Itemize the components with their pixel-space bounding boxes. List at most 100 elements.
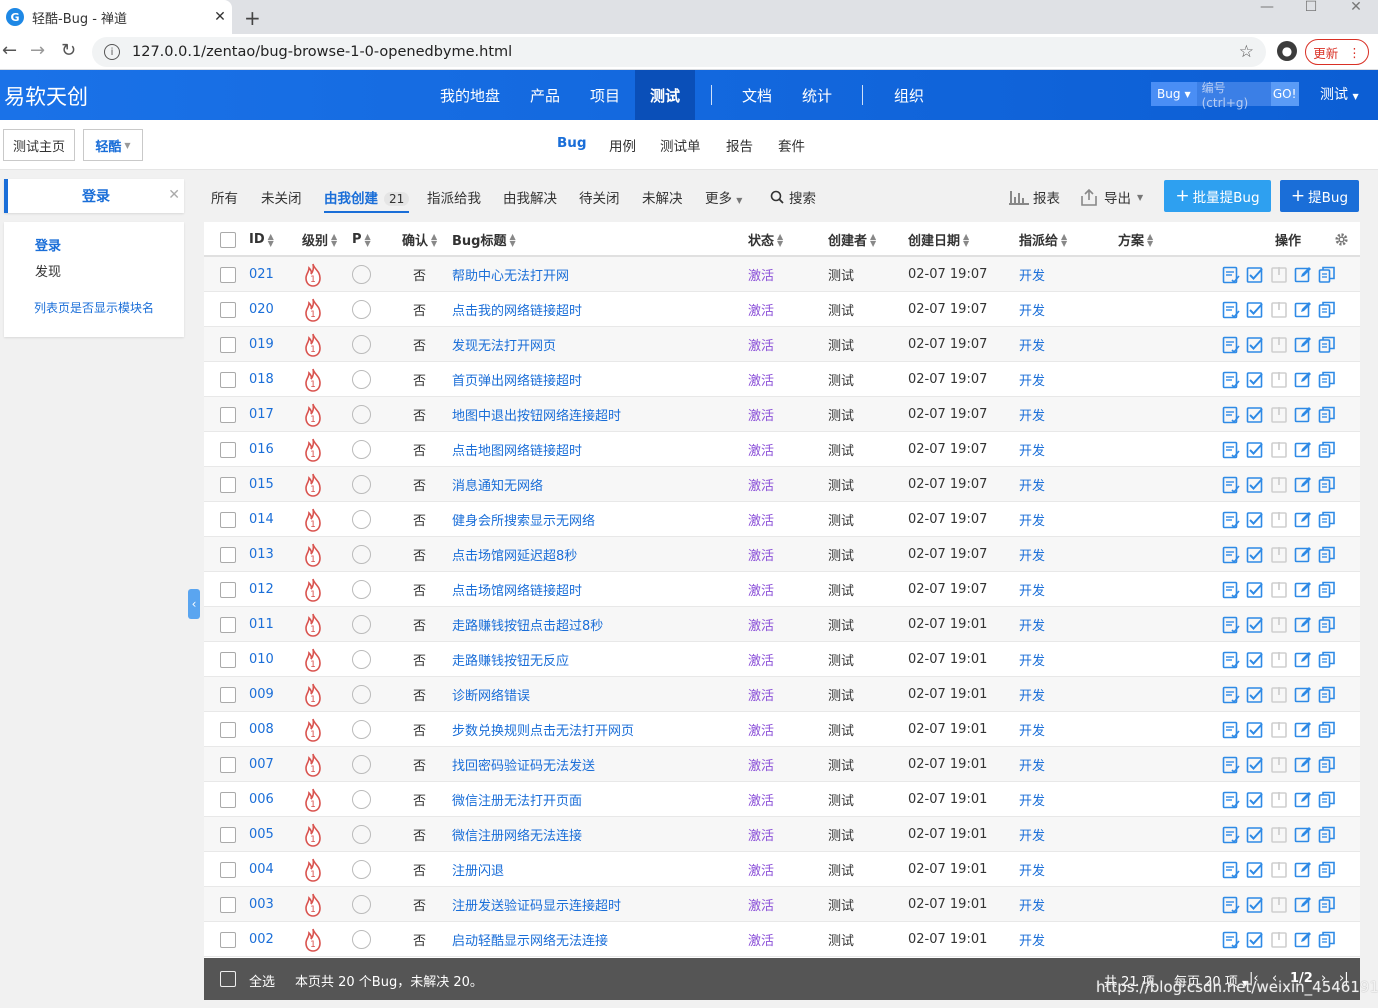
bug-title-link[interactable]: 启动轻酷显示网络无法连接 <box>452 930 608 949</box>
row-checkbox[interactable] <box>220 327 236 362</box>
edit-icon[interactable] <box>1294 406 1312 424</box>
copy-icon[interactable] <box>1318 616 1336 634</box>
bug-title-link[interactable]: 微信注册无法打开页面 <box>452 790 582 809</box>
bug-title-link[interactable]: 诊断网络错误 <box>452 685 530 704</box>
bug-id-link[interactable]: 002 <box>249 932 274 947</box>
confirm-bug-icon[interactable] <box>1222 441 1240 459</box>
row-checkbox[interactable] <box>220 432 236 467</box>
checkbox[interactable] <box>220 931 236 948</box>
subnav-bug[interactable]: Bug <box>557 135 587 151</box>
bug-title-link[interactable]: 首页弹出网络链接超时 <box>452 370 582 389</box>
feature-unresolved[interactable]: 未解决 <box>642 187 683 207</box>
bug-title-link[interactable]: 走路赚钱按钮点击超过8秒 <box>452 615 603 634</box>
confirm-bug-icon[interactable] <box>1222 651 1240 669</box>
checkbox[interactable] <box>220 476 236 493</box>
edit-icon[interactable] <box>1294 896 1312 914</box>
checkbox[interactable] <box>220 301 236 318</box>
checkbox[interactable] <box>220 971 236 987</box>
bug-id-link[interactable]: 018 <box>249 372 274 387</box>
checkbox[interactable] <box>220 616 236 633</box>
checkbox[interactable] <box>220 231 236 248</box>
bug-title-link[interactable]: 微信注册网络无法连接 <box>452 825 582 844</box>
copy-icon[interactable] <box>1318 511 1336 529</box>
bug-title-link[interactable]: 注册闪退 <box>452 860 504 879</box>
bug-id-link[interactable]: 007 <box>249 757 274 772</box>
bug-title-link[interactable]: 发现无法打开网页 <box>452 335 556 354</box>
quick-id-input[interactable]: 编号(ctrl+g) <box>1196 81 1271 110</box>
bug-title-link[interactable]: 找回密码验证码无法发送 <box>452 755 595 774</box>
report-button[interactable]: 报表 <box>1009 187 1060 207</box>
nav-company[interactable]: 组织 <box>894 70 924 120</box>
checkbox[interactable] <box>220 511 236 528</box>
assigned-to-link[interactable]: 开发 <box>1019 887 1045 922</box>
nav-doc[interactable]: 文档 <box>742 70 772 120</box>
confirm-bug-icon[interactable] <box>1222 371 1240 389</box>
resolve-bug-icon[interactable] <box>1246 406 1264 424</box>
nav-project[interactable]: 项目 <box>590 70 620 120</box>
bug-id-link[interactable]: 016 <box>249 442 274 457</box>
copy-icon[interactable] <box>1318 301 1336 319</box>
copy-icon[interactable] <box>1318 686 1336 704</box>
assigned-to-link[interactable]: 开发 <box>1019 257 1045 292</box>
nav-my[interactable]: 我的地盘 <box>440 70 500 120</box>
subnav-suite[interactable]: 套件 <box>778 135 805 155</box>
col-confirmed[interactable]: 确认 ▲ ▼ <box>402 222 437 257</box>
feature-unclosed[interactable]: 未关闭 <box>261 187 302 207</box>
maximize-icon[interactable]: ☐ <box>1296 0 1326 15</box>
nav-test[interactable]: 测试 <box>635 70 696 120</box>
bug-id-link[interactable]: 011 <box>249 617 274 632</box>
col-resolution[interactable]: 方案 ▲ ▼ <box>1118 222 1153 257</box>
copy-icon[interactable] <box>1318 861 1336 879</box>
profile-avatar-icon[interactable]: ● <box>1277 41 1297 61</box>
resolve-bug-icon[interactable] <box>1246 441 1264 459</box>
row-checkbox[interactable] <box>220 257 236 292</box>
row-checkbox[interactable] <box>220 397 236 432</box>
module-tab[interactable]: 登录 ✕ <box>4 179 184 213</box>
row-checkbox[interactable] <box>220 887 236 922</box>
row-checkbox[interactable] <box>220 782 236 817</box>
assigned-to-link[interactable]: 开发 <box>1019 397 1045 432</box>
col-severity[interactable]: 级别 ▲ ▼ <box>302 222 337 257</box>
checkbox[interactable] <box>220 441 236 458</box>
copy-icon[interactable] <box>1318 546 1336 564</box>
confirm-bug-icon[interactable] <box>1222 791 1240 809</box>
row-checkbox[interactable] <box>220 747 236 782</box>
nav-product[interactable]: 产品 <box>530 70 560 120</box>
bug-title-link[interactable]: 步数兑换规则点击无法打开网页 <box>452 720 634 739</box>
resolve-bug-icon[interactable] <box>1246 651 1264 669</box>
copy-icon[interactable] <box>1318 896 1336 914</box>
copy-icon[interactable] <box>1318 651 1336 669</box>
bug-id-link[interactable]: 005 <box>249 827 274 842</box>
module-item-discover[interactable]: 发现 <box>35 261 61 280</box>
confirm-bug-icon[interactable] <box>1222 301 1240 319</box>
bug-id-link[interactable]: 013 <box>249 547 274 562</box>
bug-id-link[interactable]: 006 <box>249 792 274 807</box>
edit-icon[interactable] <box>1294 686 1312 704</box>
bug-id-link[interactable]: 003 <box>249 897 274 912</box>
address-bar[interactable]: i 127.0.0.1/zentao/bug-browse-1-0-opened… <box>92 37 1266 67</box>
checkbox[interactable] <box>220 546 236 563</box>
close-icon[interactable]: ✕ <box>168 187 180 203</box>
bug-id-link[interactable]: 004 <box>249 862 274 877</box>
col-priority[interactable]: P ▲ ▼ <box>352 222 371 257</box>
bug-title-link[interactable]: 点击场馆网络链接超时 <box>452 580 582 599</box>
resolve-bug-icon[interactable] <box>1246 931 1264 949</box>
col-title[interactable]: Bug标题 ▲ ▼ <box>452 222 516 257</box>
checkbox[interactable] <box>220 791 236 808</box>
checkbox[interactable] <box>220 371 236 388</box>
row-checkbox[interactable] <box>220 922 236 957</box>
edit-icon[interactable] <box>1294 861 1312 879</box>
module-item-login[interactable]: 登录 <box>35 235 61 254</box>
assigned-to-link[interactable]: 开发 <box>1019 607 1045 642</box>
col-id[interactable]: ID ▲ ▼ <box>249 222 274 257</box>
copy-icon[interactable] <box>1318 826 1336 844</box>
window-close-icon[interactable]: ✕ <box>1341 0 1371 15</box>
subnav-case[interactable]: 用例 <box>609 135 636 155</box>
row-checkbox[interactable] <box>220 572 236 607</box>
confirm-bug-icon[interactable] <box>1222 896 1240 914</box>
confirm-bug-icon[interactable] <box>1222 476 1240 494</box>
checkbox[interactable] <box>220 861 236 878</box>
copy-icon[interactable] <box>1318 581 1336 599</box>
confirm-bug-icon[interactable] <box>1222 616 1240 634</box>
forward-icon[interactable]: → <box>30 40 45 61</box>
